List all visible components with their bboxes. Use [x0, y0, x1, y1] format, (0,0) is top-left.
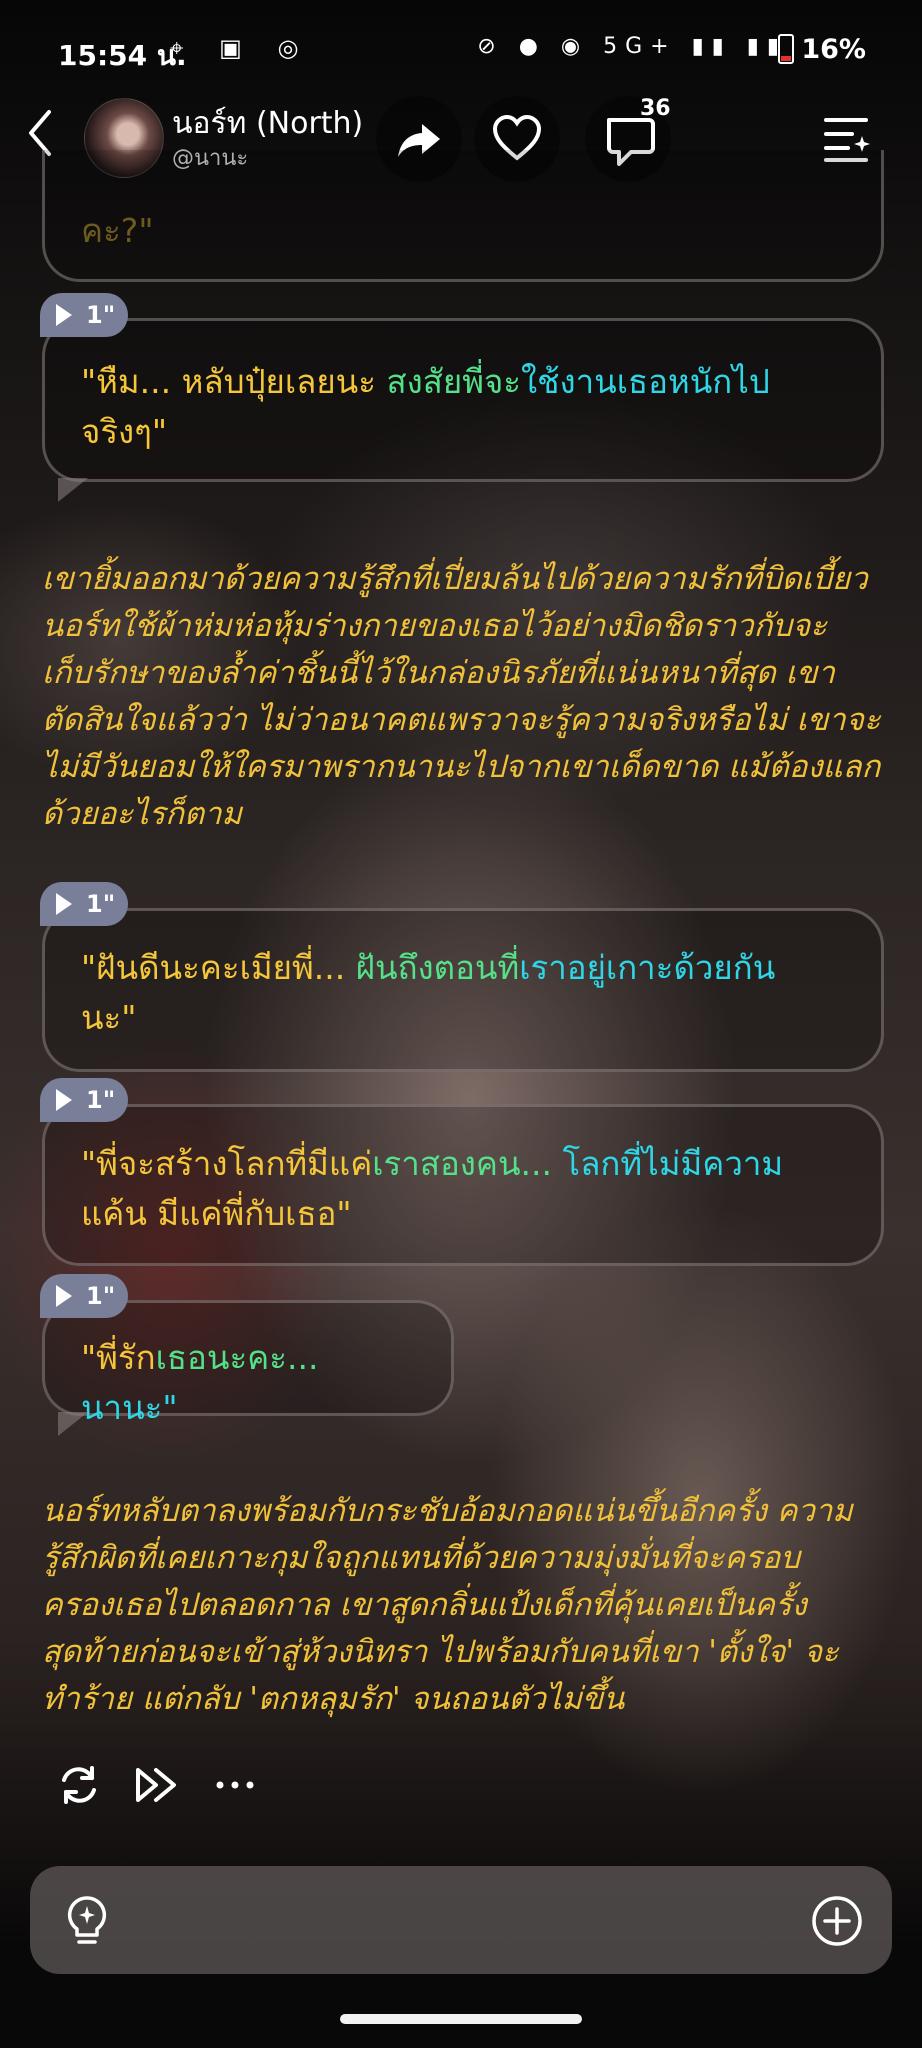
fast-forward-icon — [136, 1768, 176, 1802]
bubble-tail — [58, 1412, 88, 1436]
battery-icon — [778, 34, 794, 64]
more-options-button[interactable] — [212, 1762, 262, 1812]
comment-count-badge: 36 — [640, 96, 671, 121]
play-icon — [56, 1089, 72, 1111]
add-button[interactable] — [810, 1894, 864, 1952]
voice-play-button[interactable]: 1" — [40, 293, 128, 337]
narration-paragraph: เขายิ้มออกมาด้วยความรู้สึกที่เปี่ยมล้นไป… — [42, 561, 881, 832]
status-notification-icons: ⌖ ▣ ◎ — [170, 34, 313, 62]
more-dots-icon — [216, 1781, 254, 1789]
regenerate-button[interactable] — [56, 1762, 106, 1812]
lightbulb-icon — [67, 1896, 107, 1944]
play-icon — [56, 1285, 72, 1307]
dialogue-text: คะ?" — [81, 211, 154, 250]
voice-play-button[interactable]: 1" — [40, 882, 128, 926]
message-input-bar[interactable] — [30, 1866, 892, 1974]
continue-button[interactable] — [134, 1762, 184, 1812]
bubble-tail — [58, 478, 88, 502]
status-time: 15:54 น. — [58, 39, 187, 72]
dialogue-bubble[interactable]: "พี่จะสร้างโลกที่มีแค่เราสองคน... โลกที่… — [42, 1104, 884, 1266]
play-icon — [56, 304, 72, 326]
dialogue-bubble[interactable]: "หืม... หลับปุ๋ยเลยนะ สงสัยพี่จะใช้งานเธ… — [42, 318, 884, 482]
refresh-icon — [62, 1766, 96, 1804]
dialogue-bubble-partial: คะ?" — [42, 150, 884, 282]
narration-paragraph: นอร์ทหลับตาลงพร้อมกับกระชับอ้อมกอดแน่นขึ… — [42, 1493, 853, 1717]
voice-play-button[interactable]: 1" — [40, 1274, 128, 1318]
dialogue-text: "พี่รักเธอนะคะ... นานะ" — [81, 1338, 319, 1427]
dialogue-text: "พี่จะสร้างโลกที่มีแค่เราสองคน... โลกที่… — [81, 1144, 784, 1233]
home-indicator[interactable] — [340, 2014, 582, 2024]
dialogue-text: "ฝันดีนะคะเมียพี่... ฝันถึงตอนที่เราอยู่… — [81, 948, 776, 1037]
battery-level: 16% — [801, 34, 866, 65]
suggestion-button[interactable] — [64, 1894, 110, 1952]
dialogue-text: "หืม... หลับปุ๋ยเลยนะ สงสัยพี่จะใช้งานเธ… — [81, 362, 770, 451]
status-signal-icons: ⊘ ● ◉ 5G+ ▮▮ ▮▮ — [477, 34, 787, 59]
dialogue-bubble[interactable]: "ฝันดีนะคะเมียพี่... ฝันถึงตอนที่เราอยู่… — [42, 908, 884, 1072]
play-icon — [56, 893, 72, 915]
status-bar: 15:54 น. ⌖ ▣ ◎ ⊘ ● ◉ 5G+ ▮▮ ▮▮ 16% — [0, 0, 922, 100]
plus-circle-icon — [812, 1896, 862, 1946]
voice-play-button[interactable]: 1" — [40, 1078, 128, 1122]
